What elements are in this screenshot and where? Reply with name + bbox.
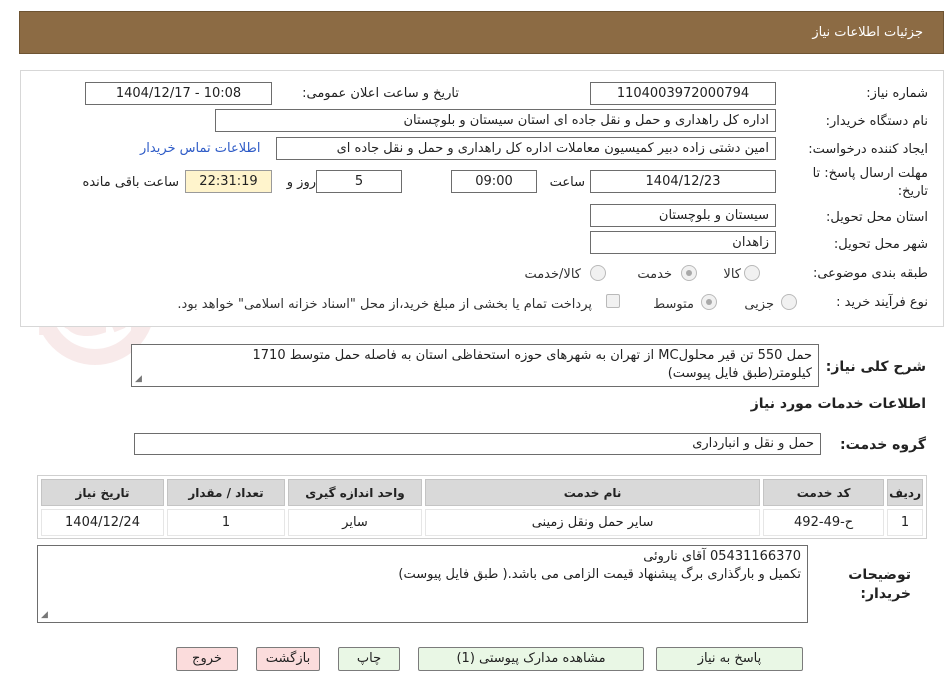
service-code-value: ح-49-492: [794, 515, 854, 530]
process-label: نوع فرآیند خرید :: [836, 295, 928, 310]
back-button[interactable]: بازگشت: [256, 647, 320, 671]
announce-datetime-field: 1404/12/17 - 10:08: [85, 82, 272, 105]
announce-label: تاریخ و ساعت اعلان عمومی:: [302, 86, 459, 101]
resize-grip-icon[interactable]: ◢: [135, 375, 142, 384]
need-number-label: شماره نیاز:: [866, 86, 928, 101]
category-radio-service[interactable]: [681, 265, 697, 281]
services-heading: اطلاعات خدمات مورد نیاز: [750, 396, 926, 412]
process-radio-minor[interactable]: [781, 294, 797, 310]
cell-row-no: 1: [887, 509, 923, 536]
summary-textarea: حمل 550 تن قیر محلولMC از تهران به شهرها…: [131, 344, 819, 387]
remaining-label: ساعت باقی مانده: [82, 175, 179, 190]
service-group-label: گروه خدمت:: [840, 437, 926, 453]
buyer-notes-label-1: توضیحات: [848, 567, 911, 583]
deadline-label-date: تاریخ:: [897, 184, 928, 199]
category-radio-goods[interactable]: [744, 265, 760, 281]
category-option-goods-service: کالا/خدمت: [524, 267, 581, 282]
category-option-service: خدمت: [637, 267, 672, 282]
buyer-notes-line-1: 05431166370 آقای ناروئی: [643, 549, 801, 564]
process-radio-medium[interactable]: [701, 294, 717, 310]
requester-field: امین دشتی زاده دبیر کمیسیون معاملات ادار…: [276, 137, 776, 160]
buyer-org-field: اداره کل راهداری و حمل و نقل جاده ای است…: [215, 109, 776, 132]
deadline-time-field: 09:00: [451, 170, 537, 193]
category-radio-goods-service[interactable]: [590, 265, 606, 281]
buyer-org-label: نام دستگاه خریدار:: [825, 114, 928, 129]
table-header-row: ردیف کد خدمت نام خدمت واحد اندازه گیری ت…: [41, 479, 923, 506]
print-button[interactable]: چاپ: [338, 647, 400, 671]
services-table: ردیف کد خدمت نام خدمت واحد اندازه گیری ت…: [37, 475, 927, 539]
summary-label: شرح کلی نیاز:: [825, 359, 926, 375]
resize-grip-icon[interactable]: ◢: [41, 611, 48, 620]
exit-button[interactable]: خروج: [176, 647, 238, 671]
category-option-goods: کالا: [723, 267, 741, 282]
deadline-label: مهلت ارسال پاسخ: تا: [812, 166, 928, 181]
cell-unit: سایر: [288, 509, 422, 536]
city-label: شهر محل تحویل:: [833, 237, 928, 252]
page-title: جزئیات اطلاعات نیاز: [812, 25, 923, 40]
cell-quantity: 1: [167, 509, 285, 536]
summary-line-1: حمل 550 تن قیر محلولMC از تهران به شهرها…: [252, 348, 812, 363]
col-header-row-no: ردیف: [887, 479, 923, 506]
col-header-need-date: تاریخ نیاز: [41, 479, 164, 506]
buyer-notes-textarea: 05431166370 آقای ناروئی تکمیل و بارگذاری…: [37, 545, 808, 623]
process-option-minor: جزیی: [744, 297, 774, 312]
province-field: سیستان و بلوچستان: [590, 204, 776, 227]
province-label: استان محل تحویل:: [826, 210, 928, 225]
reply-button[interactable]: پاسخ به نیاز: [656, 647, 803, 671]
cell-service-code: ح-49-492: [763, 509, 885, 536]
treasury-payment-checkbox[interactable]: [606, 294, 620, 308]
city-field: زاهدان: [590, 231, 776, 254]
buyer-notes-line-2: تکمیل و بارگذاری برگ پیشنهاد قیمت الزامی…: [398, 567, 801, 582]
need-number-field: 1104003972000794: [590, 82, 776, 105]
table-row: 1 ح-49-492 سایر حمل ونقل زمینی سایر 1 14…: [41, 509, 923, 536]
buyer-contact-link[interactable]: اطلاعات تماس خریدار: [140, 141, 260, 156]
summary-line-2: کیلومتر(طبق فایل پیوست): [667, 366, 812, 381]
view-attachments-button[interactable]: مشاهده مدارک پیوستی (1): [418, 647, 644, 671]
days-label: روز و: [286, 175, 316, 190]
days-remaining-field: 5: [316, 170, 402, 193]
col-header-unit: واحد اندازه گیری: [288, 479, 422, 506]
page-header: جزئیات اطلاعات نیاز: [19, 11, 944, 54]
process-option-medium: متوسط: [653, 297, 694, 312]
buyer-notes-label-2: خریدار:: [860, 586, 911, 602]
cell-need-date: 1404/12/24: [41, 509, 164, 536]
col-header-service-name: نام خدمت: [425, 479, 761, 506]
remaining-time-field: 22:31:19: [185, 170, 272, 193]
requester-label: ایجاد کننده درخواست:: [808, 142, 928, 157]
cell-service-name: سایر حمل ونقل زمینی: [425, 509, 761, 536]
treasury-payment-note: پرداخت تمام یا بخشی از مبلغ خرید،از محل …: [177, 297, 592, 312]
col-header-quantity: تعداد / مقدار: [167, 479, 285, 506]
deadline-time-label: ساعت: [549, 175, 585, 190]
deadline-date-field: 1404/12/23: [590, 170, 776, 193]
col-header-service-code: کد خدمت: [763, 479, 885, 506]
service-group-field: حمل و نقل و انبارداری: [134, 433, 821, 455]
category-label: طبقه بندی موضوعی:: [812, 266, 928, 281]
announce-datetime-value: 1404/12/17 - 10:08: [115, 86, 242, 101]
